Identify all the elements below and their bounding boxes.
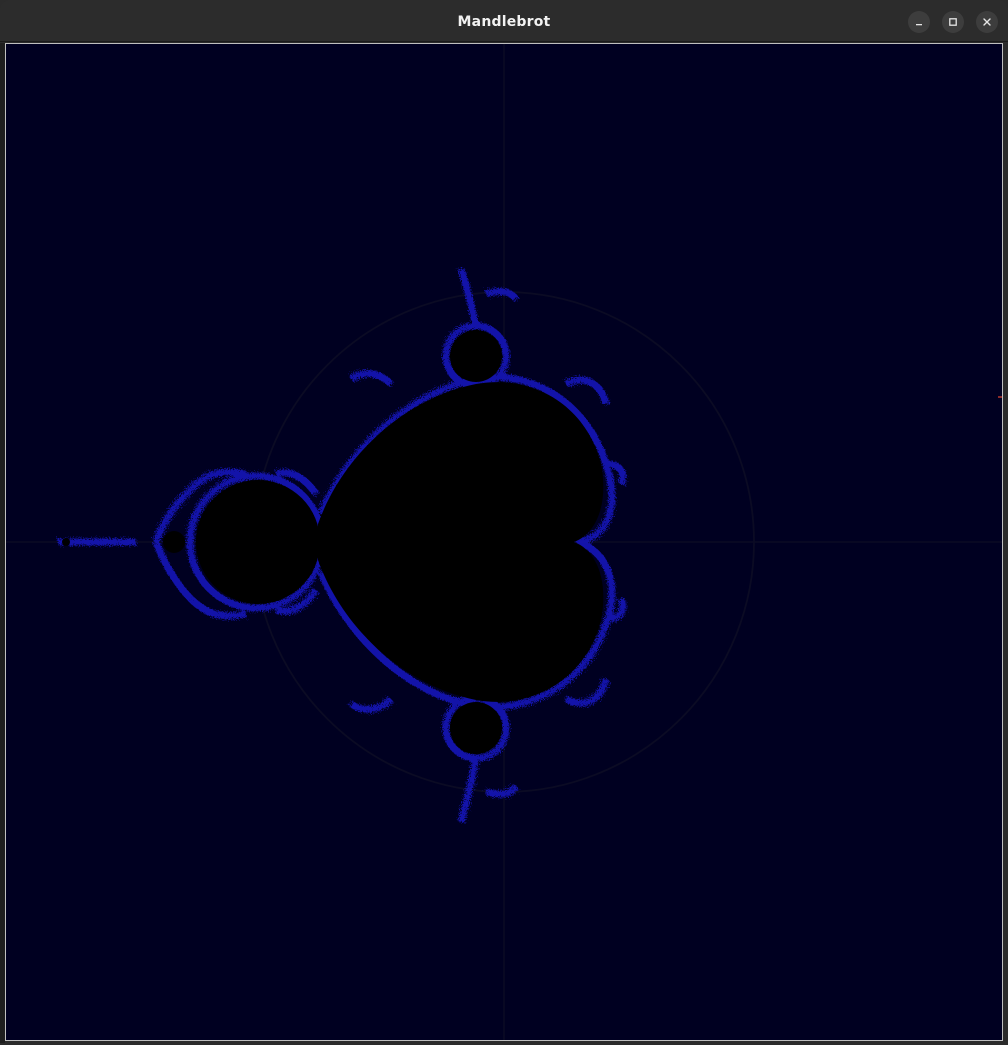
minimize-icon — [914, 17, 924, 27]
mandelbrot-canvas[interactable] — [5, 43, 1003, 1041]
minimize-button[interactable] — [908, 11, 930, 33]
satellite-bulb — [163, 531, 185, 553]
window-title: Mandlebrot — [457, 14, 551, 30]
window-controls — [908, 11, 998, 33]
close-button[interactable] — [976, 11, 998, 33]
maximize-button[interactable] — [942, 11, 964, 33]
app-window: Mandlebrot — [0, 0, 1008, 1045]
close-icon — [982, 17, 992, 27]
main-cardioid — [318, 382, 604, 702]
edge-marker — [998, 396, 1002, 398]
tiny-bulb — [62, 538, 70, 546]
period-2-bulb — [196, 480, 320, 604]
title-bar[interactable]: Mandlebrot — [0, 0, 1008, 42]
bottom-bulb — [450, 702, 502, 754]
top-bulb — [450, 330, 502, 382]
maximize-icon — [948, 17, 958, 27]
mandelbrot-render — [6, 44, 1002, 1040]
